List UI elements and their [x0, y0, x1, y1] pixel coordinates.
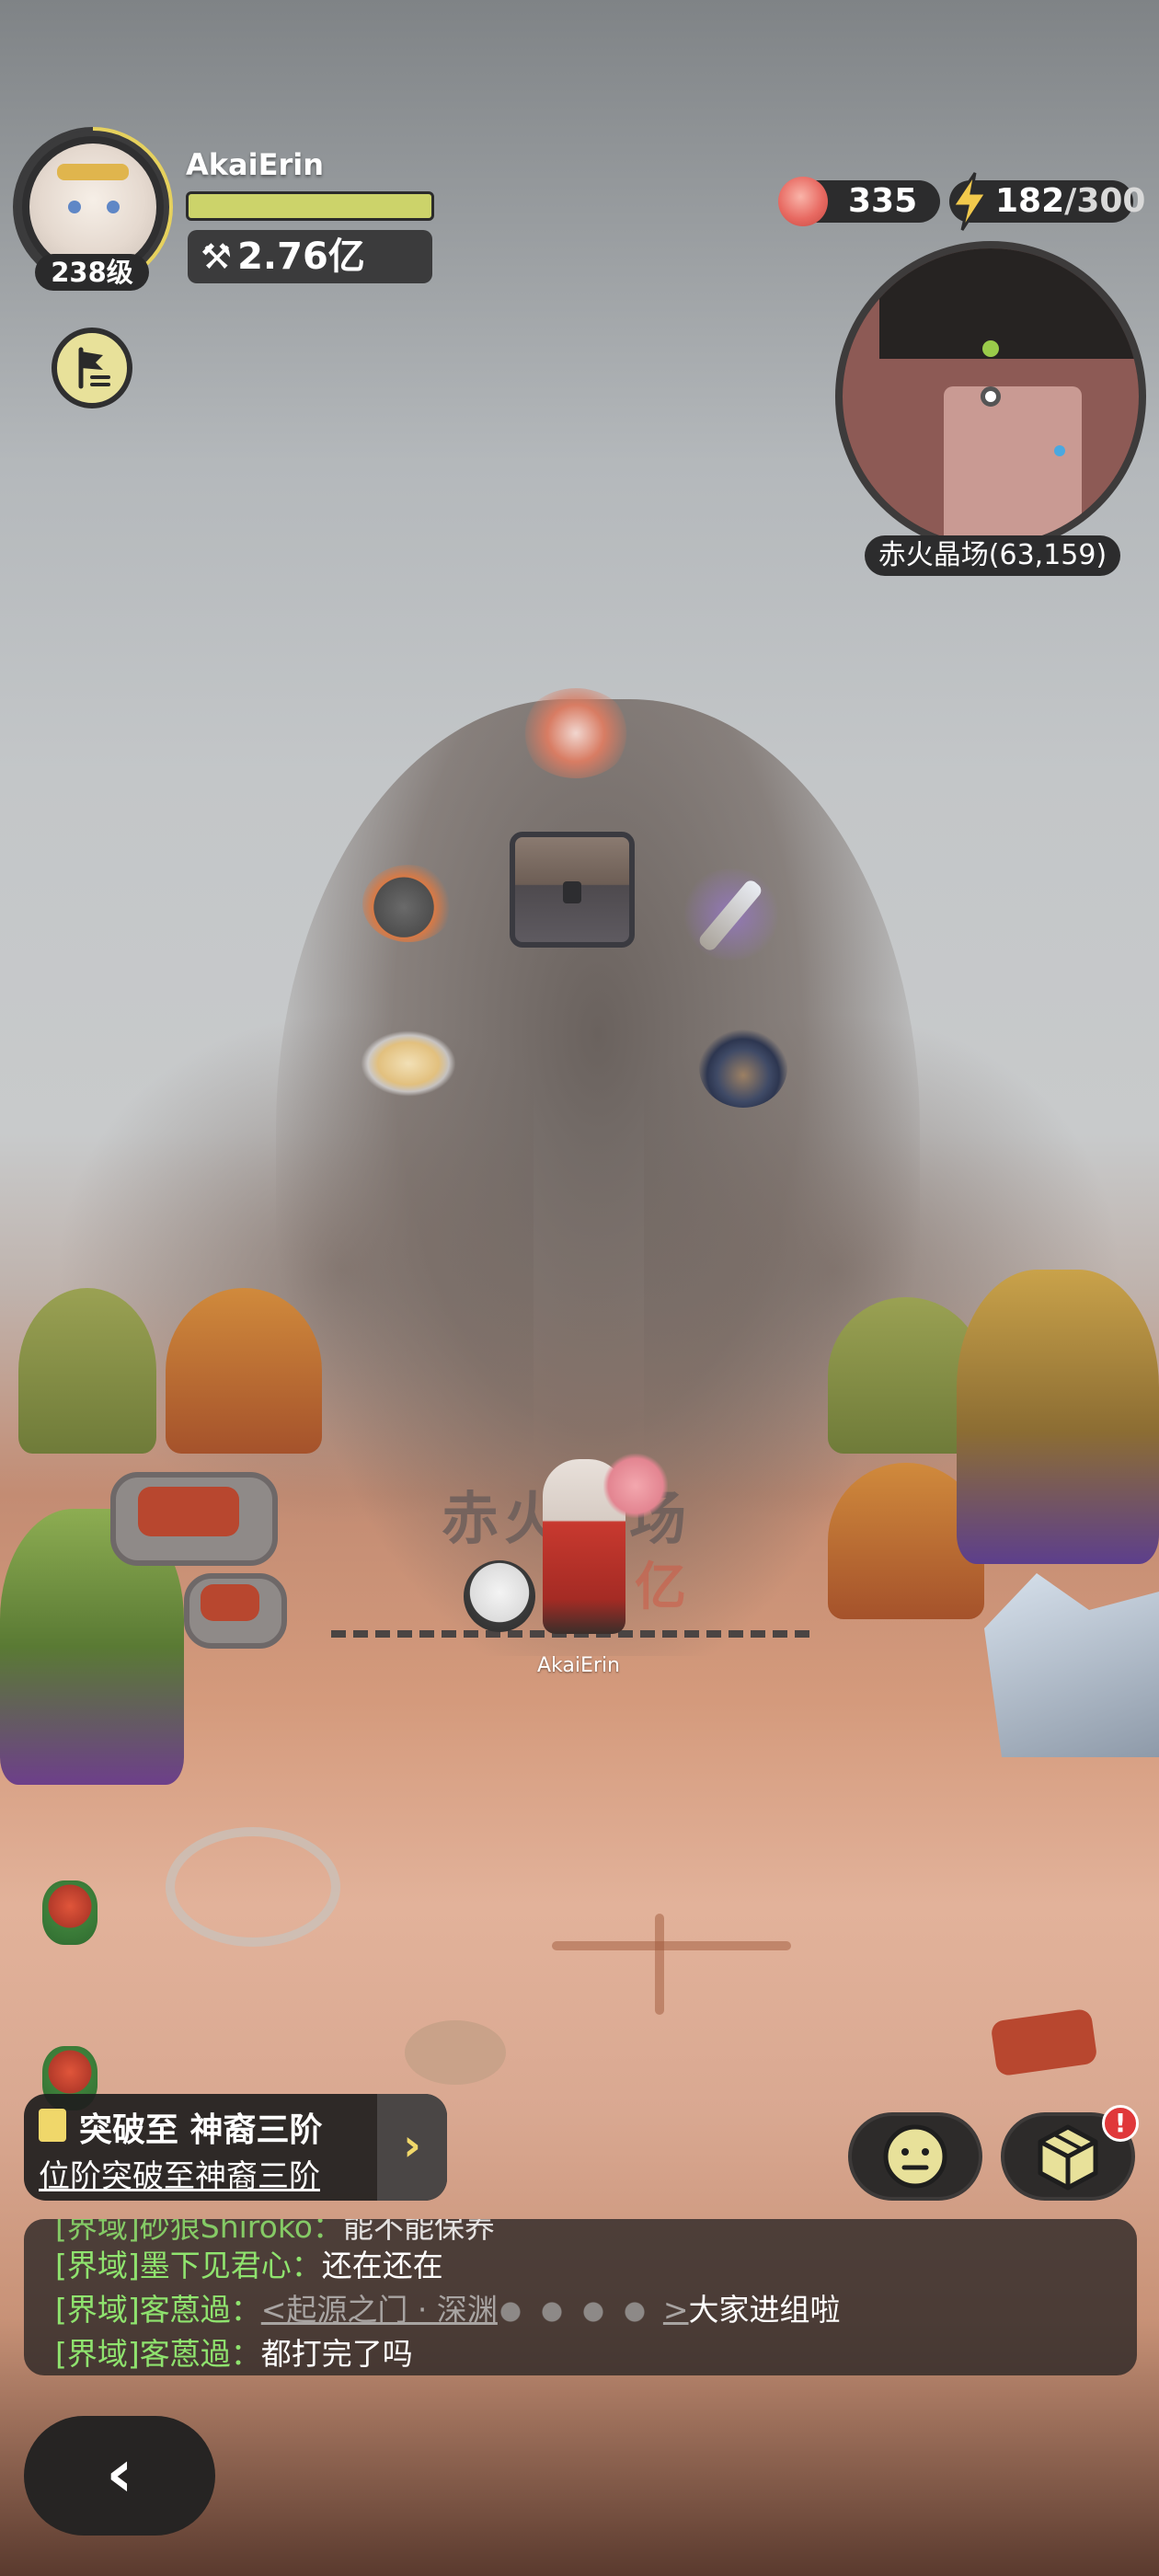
lava-crack: [990, 2007, 1098, 2077]
avatar-crown-icon: [57, 164, 129, 180]
combat-power: ⚒ 2.76亿: [188, 230, 432, 283]
level-badge: 238级: [35, 254, 149, 291]
minimap-dark-area: [879, 248, 1139, 359]
chat-speaker: 客蒽過：: [139, 2292, 261, 2328]
sprout-creature: [42, 1880, 98, 1945]
chat-link-emblems: [497, 2298, 663, 2325]
player-name: AkaiErin: [186, 147, 324, 182]
quest-go-button[interactable]: ›: [377, 2094, 447, 2201]
hp-bar-fill: [189, 194, 431, 218]
peach-resource-value: 335: [848, 182, 918, 220]
character-name-label: AkaiErin: [537, 1654, 620, 1677]
chat-line: [界域]客蒽過：都打完了吗: [55, 2329, 413, 2374]
neutral-face-icon: [883, 2124, 947, 2189]
crystal-rock-right: [984, 1573, 1159, 1757]
panda-pet[interactable]: [464, 1560, 535, 1632]
energy-current: 182: [995, 182, 1065, 220]
chat-panel[interactable]: [界域]砂狼Shiroko：能不能保养 [界域]墨下见君心：还在还在 [界域]客…: [24, 2219, 1137, 2375]
chat-message: 大家进组啦: [688, 2292, 841, 2328]
chat-link-end: >: [662, 2292, 689, 2328]
minimap-poi-marker: [982, 340, 999, 357]
combat-power-value: 2.76亿: [237, 236, 365, 278]
hp-bar: [186, 191, 434, 221]
crystal-sack-item[interactable]: [699, 1027, 787, 1108]
chat-item-link[interactable]: <起源之门 · 深渊: [261, 2292, 498, 2328]
quest-detail: 位阶突破至神裔三阶: [39, 2158, 320, 2195]
lava-pool: [138, 1487, 239, 1536]
peach-icon: [778, 177, 828, 226]
map-location-label: 赤火晶场(63,159): [865, 535, 1120, 576]
chat-line: [界域]客蒽過：<起源之门 · 深渊 >大家进组啦: [55, 2285, 841, 2329]
flag-list-button[interactable]: [52, 328, 132, 408]
fire-paw-item[interactable]: [521, 688, 631, 778]
quest-title: 突破至 神裔三阶: [79, 2111, 323, 2149]
clipboard-icon: [39, 2109, 66, 2142]
chat-line: [界域]墨下见君心：还在还在: [55, 2241, 443, 2285]
energy-separator: /: [1064, 182, 1077, 220]
lava-pool: [201, 1584, 259, 1621]
chat-channel: [界域]: [55, 2292, 140, 2328]
minimap-player-marker: [981, 386, 1001, 407]
energy-max: 300: [1076, 182, 1146, 220]
ground-crack: [655, 1914, 664, 2015]
flag-list-icon: [78, 347, 110, 389]
rune-circle: [166, 1827, 340, 1947]
avatar-eye-icon: [107, 201, 120, 213]
chest-lock-icon: [563, 881, 581, 903]
minimap[interactable]: [835, 241, 1146, 552]
cube-box-icon: [1038, 2124, 1098, 2191]
crossed-tools-icon: ⚒: [201, 236, 233, 277]
zone-subtitle-watermark: 亿: [635, 1558, 686, 1617]
crystal-plant-left: [166, 1288, 322, 1454]
chat-channel: [界域]: [55, 2248, 140, 2283]
avatar-eye-icon: [68, 201, 81, 213]
back-button[interactable]: ‹: [24, 2416, 215, 2536]
lightning-icon: [947, 171, 992, 232]
minimap-lit-area: [944, 386, 1082, 545]
palm-plant-right: [957, 1270, 1159, 1564]
dirt-mound: [405, 2020, 506, 2085]
avatar[interactable]: [29, 144, 156, 270]
ore-pot-item[interactable]: [362, 865, 454, 942]
chat-message: 都打完了吗: [260, 2336, 413, 2372]
chat-channel: [界域]: [55, 2336, 140, 2372]
minimap-ally-marker: [1054, 445, 1065, 456]
crystal-plant-left: [18, 1288, 156, 1454]
chat-message: 还在还在: [321, 2248, 443, 2283]
ground-crack: [552, 1941, 791, 1950]
treasure-chest[interactable]: [510, 832, 635, 948]
rose-bouquet: [603, 1454, 668, 1518]
emote-button[interactable]: [848, 2112, 982, 2201]
alert-badge: !: [1102, 2105, 1139, 2142]
chat-speaker: 客蒽過：: [139, 2336, 261, 2372]
pancake-item[interactable]: [361, 1030, 456, 1097]
chat-speaker: 墨下见君心：: [139, 2248, 322, 2283]
